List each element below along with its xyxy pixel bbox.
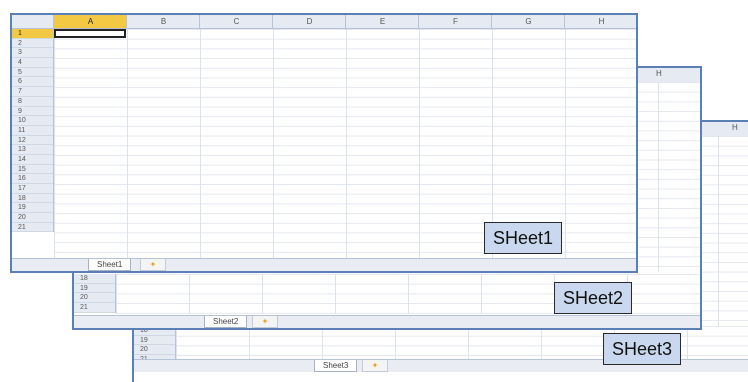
row-header[interactable]: 4 <box>12 58 53 68</box>
column-header-h[interactable]: H <box>634 68 700 83</box>
column-header-h[interactable]: H <box>564 15 636 28</box>
row-header[interactable]: 14 <box>12 155 53 165</box>
column-header-a[interactable]: A <box>53 15 127 28</box>
row-header[interactable]: 9 <box>12 107 53 117</box>
insert-sheet-icon[interactable]: ✦ <box>140 259 166 271</box>
row-header[interactable]: 21 <box>74 303 115 313</box>
row-header[interactable]: 3 <box>12 48 53 59</box>
row-header[interactable]: 19 <box>74 284 115 294</box>
sheet1-callout-label: SHeet1 <box>484 222 563 254</box>
tab-sheet2[interactable]: Sheet2 <box>204 316 248 328</box>
column-header-bar: A B C D E F G H <box>12 15 636 29</box>
select-all-corner[interactable] <box>12 15 53 28</box>
row-header[interactable]: 13 <box>12 145 53 155</box>
column-header-g[interactable]: G <box>491 15 565 28</box>
row-header[interactable]: 16 <box>12 174 53 184</box>
row-header[interactable]: 20 <box>12 213 53 223</box>
sheet1-tab-bar: Sheet1 ✦ <box>12 258 636 271</box>
sheet2-tab-bar: Sheet2 ✦ <box>74 315 700 328</box>
sheet2-row-headers: 18 19 20 21 <box>74 274 116 313</box>
insert-sheet-icon[interactable]: ✦ <box>362 360 388 372</box>
sheet2-callout-label: SHeet2 <box>554 282 633 314</box>
row-header[interactable]: 2 <box>12 39 53 49</box>
tab-sheet3[interactable]: Sheet3 <box>314 360 358 372</box>
row-header[interactable]: 12 <box>12 136 53 146</box>
row-header[interactable]: 7 <box>12 87 53 97</box>
insert-sheet-icon[interactable]: ✦ <box>252 316 278 328</box>
row-header[interactable]: 19 <box>12 203 53 214</box>
sheet1-row-headers: 1 2 3 4 5 6 7 8 9 10 11 12 13 14 15 16 1… <box>12 29 54 233</box>
column-header-c[interactable]: C <box>199 15 273 28</box>
column-label-h: H <box>732 123 738 132</box>
active-cell-a1[interactable] <box>54 29 126 38</box>
column-header-b[interactable]: B <box>126 15 200 28</box>
column-header-e[interactable]: E <box>345 15 419 28</box>
row-header[interactable]: 11 <box>12 126 53 136</box>
column-header-f[interactable]: F <box>418 15 492 28</box>
row-header[interactable]: 6 <box>12 77 53 88</box>
row-header[interactable]: 17 <box>12 184 53 194</box>
row-header[interactable]: 18 <box>74 274 115 284</box>
column-header-d[interactable]: D <box>272 15 346 28</box>
row-header[interactable]: 8 <box>12 97 53 107</box>
row-header[interactable]: 21 <box>12 223 53 233</box>
row-header[interactable]: 1 <box>12 29 53 39</box>
row-header[interactable]: 20 <box>134 345 175 356</box>
sheet3-callout-label: SHeet3 <box>603 333 682 365</box>
row-header[interactable]: 10 <box>12 116 53 126</box>
tab-sheet1[interactable]: Sheet1 <box>88 259 132 271</box>
row-header[interactable]: 5 <box>12 68 53 78</box>
row-header[interactable]: 18 <box>12 194 53 204</box>
row-header[interactable]: 20 <box>74 293 115 304</box>
row-header[interactable]: 19 <box>134 336 175 346</box>
row-header[interactable]: 15 <box>12 165 53 175</box>
column-label-h: H <box>656 69 662 78</box>
